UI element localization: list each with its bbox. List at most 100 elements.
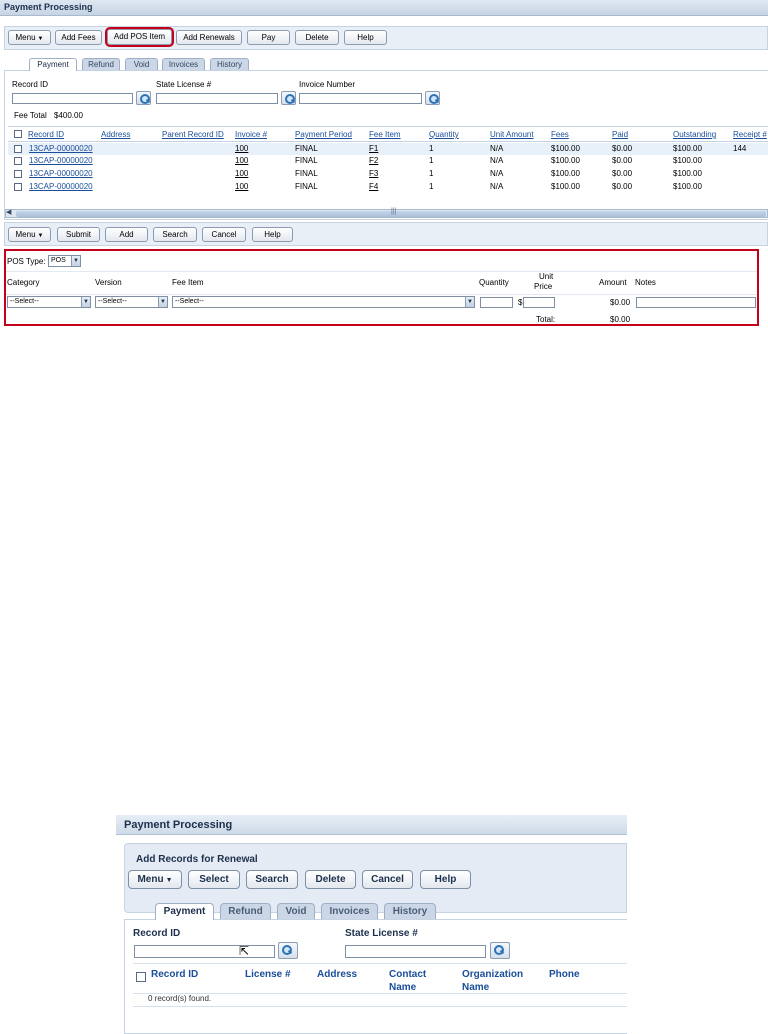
tab-history[interactable]: History: [210, 58, 249, 70]
scroll-left-icon[interactable]: ◀: [6, 208, 11, 216]
col2-license[interactable]: License #: [245, 968, 291, 981]
quantity: 1: [429, 156, 434, 165]
tab-refund[interactable]: Refund: [82, 58, 120, 70]
table-row[interactable]: 13CAP-00000020 100 FINAL F2 1 N/A $100.0…: [8, 155, 768, 167]
col-fees[interactable]: Fees: [551, 130, 569, 139]
cancel-button-2[interactable]: Cancel: [362, 870, 413, 889]
col2-record-id[interactable]: Record ID: [151, 968, 198, 981]
state-license-input[interactable]: [156, 93, 278, 104]
add-renewals-button[interactable]: Add Renewals: [176, 30, 242, 45]
renewal-state-license-label: State License #: [345, 928, 418, 939]
col2-address[interactable]: Address: [317, 968, 357, 981]
tab-invoices[interactable]: Invoices: [162, 58, 205, 70]
col-record-id[interactable]: Record ID: [28, 130, 64, 139]
search-button[interactable]: Search: [153, 227, 197, 242]
row-checkbox[interactable]: [14, 157, 22, 165]
col-fee-item[interactable]: Fee Item: [369, 130, 401, 139]
help-button[interactable]: Help: [344, 30, 387, 45]
col-paid[interactable]: Paid: [612, 130, 628, 139]
renewal-state-search-icon[interactable]: [490, 942, 510, 959]
table-row[interactable]: 13CAP-00000020 100 FINAL F3 1 N/A $100.0…: [8, 168, 768, 180]
menu-button[interactable]: Menu ▼: [8, 30, 51, 45]
quantity-input[interactable]: [480, 297, 513, 308]
invoice-link[interactable]: 100: [235, 156, 248, 165]
fee-item-link[interactable]: F3: [369, 169, 378, 178]
submit-button[interactable]: Submit: [57, 227, 100, 242]
col-receipt[interactable]: Receipt #: [733, 130, 767, 139]
invoice-link[interactable]: 100: [235, 182, 248, 191]
category-select[interactable]: --Select-- ▼: [7, 296, 91, 308]
renewal-record-id-input[interactable]: [134, 945, 275, 958]
select-button[interactable]: Select: [188, 870, 240, 889]
row-checkbox[interactable]: [14, 170, 22, 178]
quantity: 1: [429, 182, 434, 191]
record-id-link[interactable]: 13CAP-00000020: [29, 169, 93, 178]
add-button[interactable]: Add: [105, 227, 148, 242]
select-all-checkbox[interactable]: [14, 130, 22, 138]
tab2-refund[interactable]: Refund: [220, 903, 271, 919]
col-payment-period[interactable]: Payment Period: [295, 130, 352, 139]
col2-contact-name-1[interactable]: Contact: [389, 968, 426, 981]
row-checkbox[interactable]: [14, 145, 22, 153]
tab2-payment[interactable]: Payment: [155, 903, 214, 920]
fee-item-select[interactable]: --Select-- ▼: [172, 296, 475, 308]
help-button-2[interactable]: Help: [252, 227, 293, 242]
invoice-link[interactable]: 100: [235, 144, 248, 153]
menu-label: Menu: [15, 230, 36, 239]
menu-button-3[interactable]: Menu ▼: [128, 870, 182, 889]
col-outstanding[interactable]: Outstanding: [673, 130, 716, 139]
fees: $100.00: [551, 169, 580, 178]
record-id-search-icon[interactable]: [136, 91, 151, 105]
state-license-search-icon[interactable]: [281, 91, 296, 105]
search-button-2[interactable]: Search: [246, 870, 298, 889]
fee-item-link[interactable]: F4: [369, 182, 378, 191]
tab2-void[interactable]: Void: [277, 903, 315, 919]
quantity: 1: [429, 144, 434, 153]
delete-button[interactable]: Delete: [295, 30, 339, 45]
invoice-link[interactable]: 100: [235, 169, 248, 178]
record-id-link[interactable]: 13CAP-00000020: [29, 182, 93, 191]
unit-amount: N/A: [490, 144, 504, 153]
col-invoice[interactable]: Invoice #: [235, 130, 267, 139]
fee-item-link[interactable]: F2: [369, 156, 378, 165]
tab-payment[interactable]: Payment: [29, 58, 77, 71]
col-parent-record-id[interactable]: Parent Record ID: [162, 130, 224, 139]
record-id-input[interactable]: [12, 93, 133, 104]
invoice-number-input[interactable]: [299, 93, 422, 104]
renewal-record-search-icon[interactable]: [278, 942, 298, 959]
col2-org-name-1[interactable]: Organization: [462, 968, 523, 981]
table-row[interactable]: 13CAP-00000020 100 FINAL F4 1 N/A $100.0…: [8, 181, 768, 193]
notes-input[interactable]: [636, 297, 756, 308]
currency-symbol: $: [518, 298, 523, 307]
invoice-number-search-icon[interactable]: [425, 91, 440, 105]
tab-void[interactable]: Void: [125, 58, 158, 70]
tab2-history[interactable]: History: [384, 903, 436, 919]
fee-item-link[interactable]: F1: [369, 144, 378, 153]
record-id-link[interactable]: 13CAP-00000020: [29, 144, 93, 153]
help-button-3[interactable]: Help: [420, 870, 471, 889]
col2-phone[interactable]: Phone: [549, 968, 580, 981]
chevron-down-icon: ▼: [465, 297, 474, 307]
cancel-button[interactable]: Cancel: [202, 227, 246, 242]
unit-price-input[interactable]: [523, 297, 555, 308]
add-pos-item-button[interactable]: Add POS Item: [105, 27, 174, 47]
horizontal-scrollbar[interactable]: ◀ |||: [5, 208, 768, 218]
table-row[interactable]: 13CAP-00000020 100 FINAL F1 1 N/A $100.0…: [8, 143, 768, 155]
row-checkbox[interactable]: [14, 183, 22, 191]
version-select[interactable]: --Select-- ▼: [95, 296, 168, 308]
renewal-state-license-input[interactable]: [345, 945, 486, 958]
record-id-link[interactable]: 13CAP-00000020: [29, 156, 93, 165]
chevron-down-icon: ▼: [71, 256, 80, 266]
pay-button[interactable]: Pay: [247, 30, 290, 45]
payment-period: FINAL: [295, 156, 318, 165]
renewal-select-all-checkbox[interactable]: [136, 972, 146, 982]
add-fees-button[interactable]: Add Fees: [55, 30, 102, 45]
col-unit-amount[interactable]: Unit Amount: [490, 130, 534, 139]
menu-button-2[interactable]: Menu ▼: [8, 227, 51, 242]
tab2-invoices[interactable]: Invoices: [321, 903, 378, 919]
col-address[interactable]: Address: [101, 130, 130, 139]
delete-button-2[interactable]: Delete: [305, 870, 356, 889]
pos-type-select[interactable]: POS ▼: [48, 255, 81, 267]
col-quantity[interactable]: Quantity: [429, 130, 459, 139]
total-label: Total:: [536, 315, 556, 324]
